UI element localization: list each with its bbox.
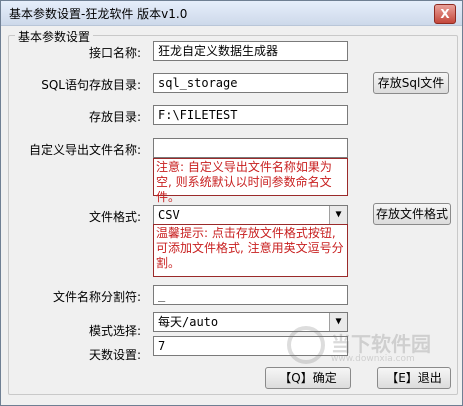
file-format-select[interactable]: CSV ▼ [153, 205, 348, 225]
close-button[interactable]: X [434, 4, 456, 24]
mode-select-value: 每天/auto [158, 315, 219, 329]
file-format-note: 温馨提示: 点击存放文件格式按钮, 可添加文件格式, 注意用英文逗号分割。 [153, 224, 348, 277]
title-bar[interactable]: 基本参数设置-狂龙软件 版本v1.0 X [1, 1, 462, 26]
file-format-label: 文件格式: [88, 210, 141, 224]
custom-export-input[interactable] [153, 138, 348, 158]
watermark-text: 当下软件园 [331, 332, 431, 356]
sql-dir-label: SQL语句存放目录: [41, 78, 141, 92]
store-file-format-button[interactable]: 存放文件格式 [373, 203, 451, 225]
interface-name-input[interactable]: 狂龙自定义数据生成器 [153, 41, 348, 61]
dialog-window: 基本参数设置-狂龙软件 版本v1.0 X 基本参数设置 接口名称: 狂龙自定义数… [0, 0, 463, 406]
store-dir-label: 存放目录: [88, 110, 141, 124]
chevron-down-icon[interactable]: ▼ [329, 206, 347, 224]
custom-export-label: 自定义导出文件名称: [28, 143, 141, 157]
file-format-value: CSV [158, 208, 180, 222]
ok-button[interactable]: 【Q】确定 [265, 367, 351, 389]
watermark-logo-icon [287, 326, 325, 364]
store-sql-file-button[interactable]: 存放Sql文件 [373, 72, 449, 94]
days-setting-label: 天数设置: [88, 348, 141, 362]
watermark-url: www.downxia.com [331, 354, 415, 364]
sql-dir-input[interactable]: sql_storage [153, 73, 348, 93]
window-title: 基本参数设置-狂龙软件 版本v1.0 [9, 7, 188, 21]
exit-button[interactable]: 【E】退出 [377, 367, 451, 389]
name-separator-input[interactable]: _ [153, 285, 348, 305]
interface-name-label: 接口名称: [88, 46, 141, 60]
mode-select-label: 模式选择: [88, 324, 141, 338]
watermark: 当下软件园 www.downxia.com [287, 320, 437, 370]
group-label: 基本参数设置 [15, 28, 94, 45]
store-dir-input[interactable]: F:\FILETEST [153, 105, 348, 125]
name-separator-label: 文件名称分割符: [52, 290, 141, 304]
custom-export-note: 注意: 自定义导出文件名称如果为空, 则系统默认以时间参数命名文件。 [153, 158, 348, 204]
